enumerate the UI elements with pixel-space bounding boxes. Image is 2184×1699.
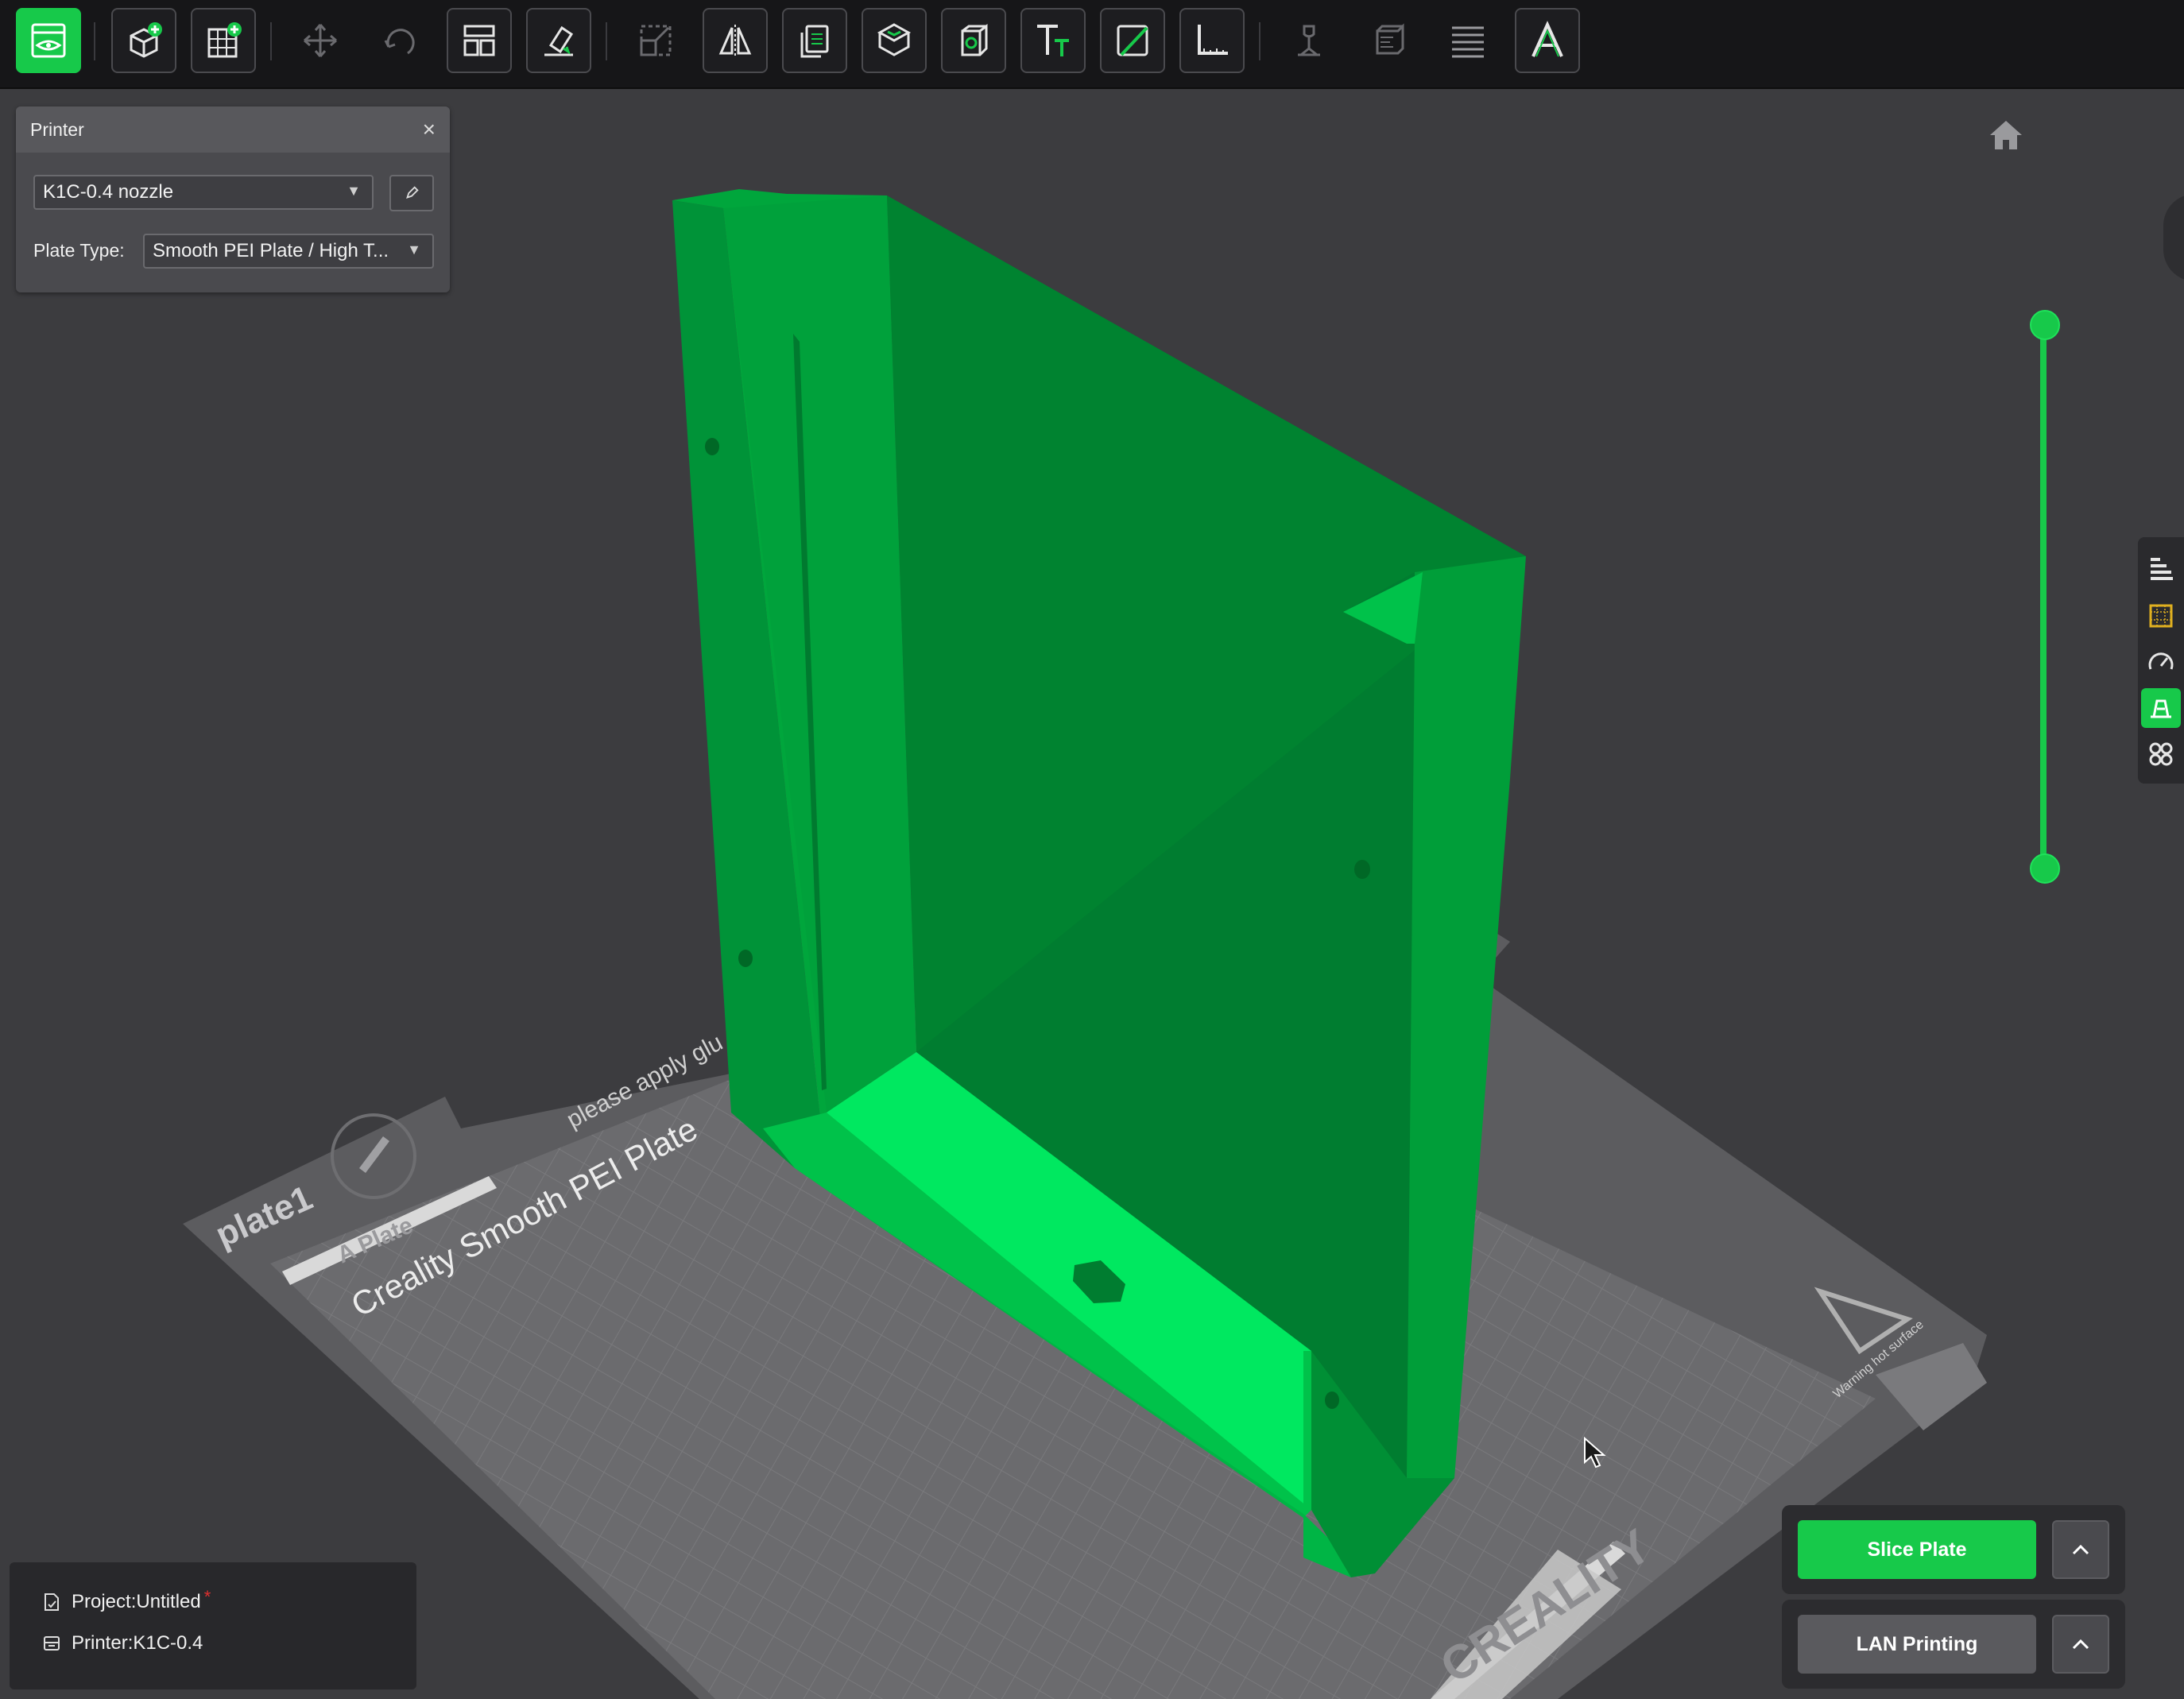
lan-printing-button[interactable]: LAN Printing bbox=[1798, 1615, 2036, 1674]
layer-slider-top-handle[interactable] bbox=[2030, 310, 2060, 340]
plate-bounds-icon bbox=[2149, 604, 2173, 628]
lan-options-button[interactable] bbox=[2052, 1615, 2109, 1674]
project-row: Project:Untitled * bbox=[41, 1587, 211, 1613]
chevron-up-icon bbox=[2072, 1639, 2089, 1650]
plate-type-label: Plate Type: bbox=[33, 240, 125, 261]
speed-gauge-button[interactable] bbox=[2141, 642, 2181, 682]
support-button[interactable] bbox=[2141, 688, 2181, 728]
mouse-cursor-icon bbox=[1584, 1437, 1606, 1469]
plate-bounds-button[interactable] bbox=[2141, 596, 2181, 636]
project-name-label: Project:Untitled bbox=[72, 1591, 201, 1612]
plate-type-value: Smooth PEI Plate / High T... bbox=[153, 240, 389, 261]
unsaved-mark: * bbox=[203, 1587, 211, 1607]
printer-name-label: Printer:K1C-0.4 bbox=[72, 1632, 203, 1654]
project-info-panel: Project:Untitled * Printer:K1C-0.4 bbox=[10, 1562, 416, 1689]
plate-type-select[interactable]: Smooth PEI Plate / High T... ▼ bbox=[143, 234, 434, 269]
printer-select-value: K1C-0.4 nozzle bbox=[43, 181, 174, 203]
close-icon[interactable]: × bbox=[423, 117, 436, 142]
printer-icon bbox=[44, 1636, 60, 1651]
chevron-down-icon: ▼ bbox=[407, 242, 421, 257]
chevron-down-icon: ▼ bbox=[347, 183, 361, 199]
objects-list-button[interactable] bbox=[2141, 550, 2181, 590]
printer-row: Printer:K1C-0.4 bbox=[41, 1632, 203, 1654]
right-side-panel bbox=[2138, 537, 2184, 784]
printer-panel-title: Printer bbox=[30, 118, 84, 140]
four-leaf-icon bbox=[2149, 742, 2173, 766]
slice-options-button[interactable] bbox=[2052, 1520, 2109, 1579]
3d-viewport[interactable]: plate1 A Plate Creality Smooth PEI Plate… bbox=[0, 89, 2184, 1699]
objects-list-icon bbox=[2151, 558, 2173, 580]
slice-plate-button[interactable]: Slice Plate bbox=[1798, 1520, 2036, 1579]
chevron-up-icon bbox=[2072, 1544, 2089, 1555]
project-file-icon bbox=[45, 1593, 59, 1611]
pencil-icon bbox=[406, 186, 419, 199]
four-leaf-button[interactable] bbox=[2141, 734, 2181, 774]
printer-panel-header: Printer × bbox=[16, 106, 450, 153]
printer-select[interactable]: K1C-0.4 nozzle ▼ bbox=[33, 175, 374, 210]
printer-panel: Printer × K1C-0.4 nozzle ▼ Plate Type: S… bbox=[16, 106, 450, 292]
layer-slider-bottom-handle[interactable] bbox=[2030, 853, 2060, 884]
layer-slider-track[interactable] bbox=[2040, 323, 2047, 868]
support-icon bbox=[2151, 699, 2171, 718]
speed-gauge-icon bbox=[2148, 652, 2174, 670]
home-icon[interactable] bbox=[1984, 118, 2028, 153]
edit-printer-button[interactable] bbox=[389, 175, 434, 211]
